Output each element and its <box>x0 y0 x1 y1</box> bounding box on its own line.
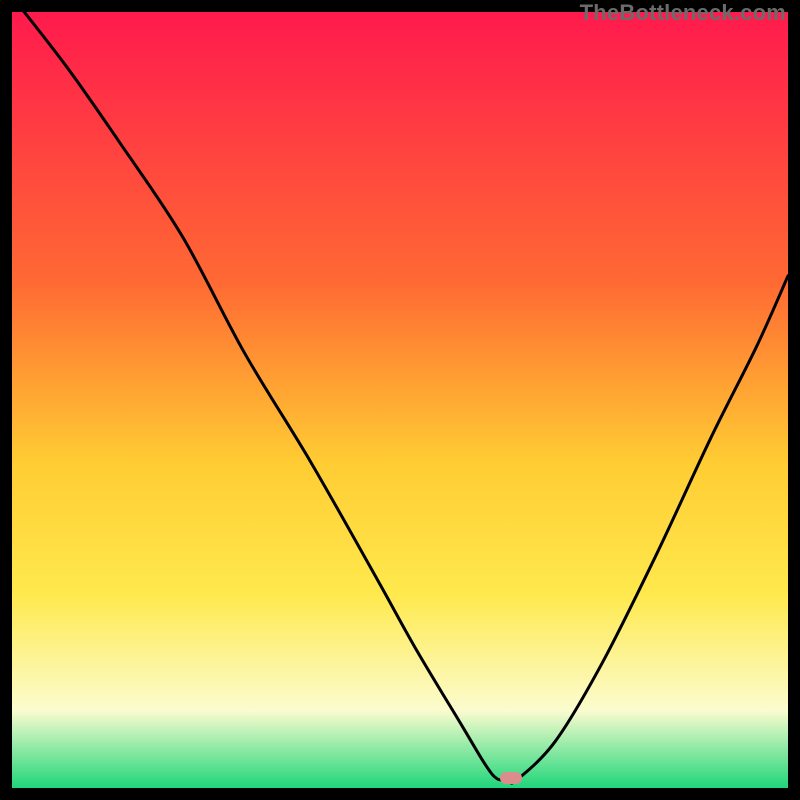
watermark-text: TheBottleneck.com <box>580 0 786 26</box>
valley-marker <box>500 772 522 784</box>
gradient-background <box>12 12 788 788</box>
bottleneck-plot <box>12 12 788 788</box>
chart-frame: TheBottleneck.com <box>0 0 800 800</box>
